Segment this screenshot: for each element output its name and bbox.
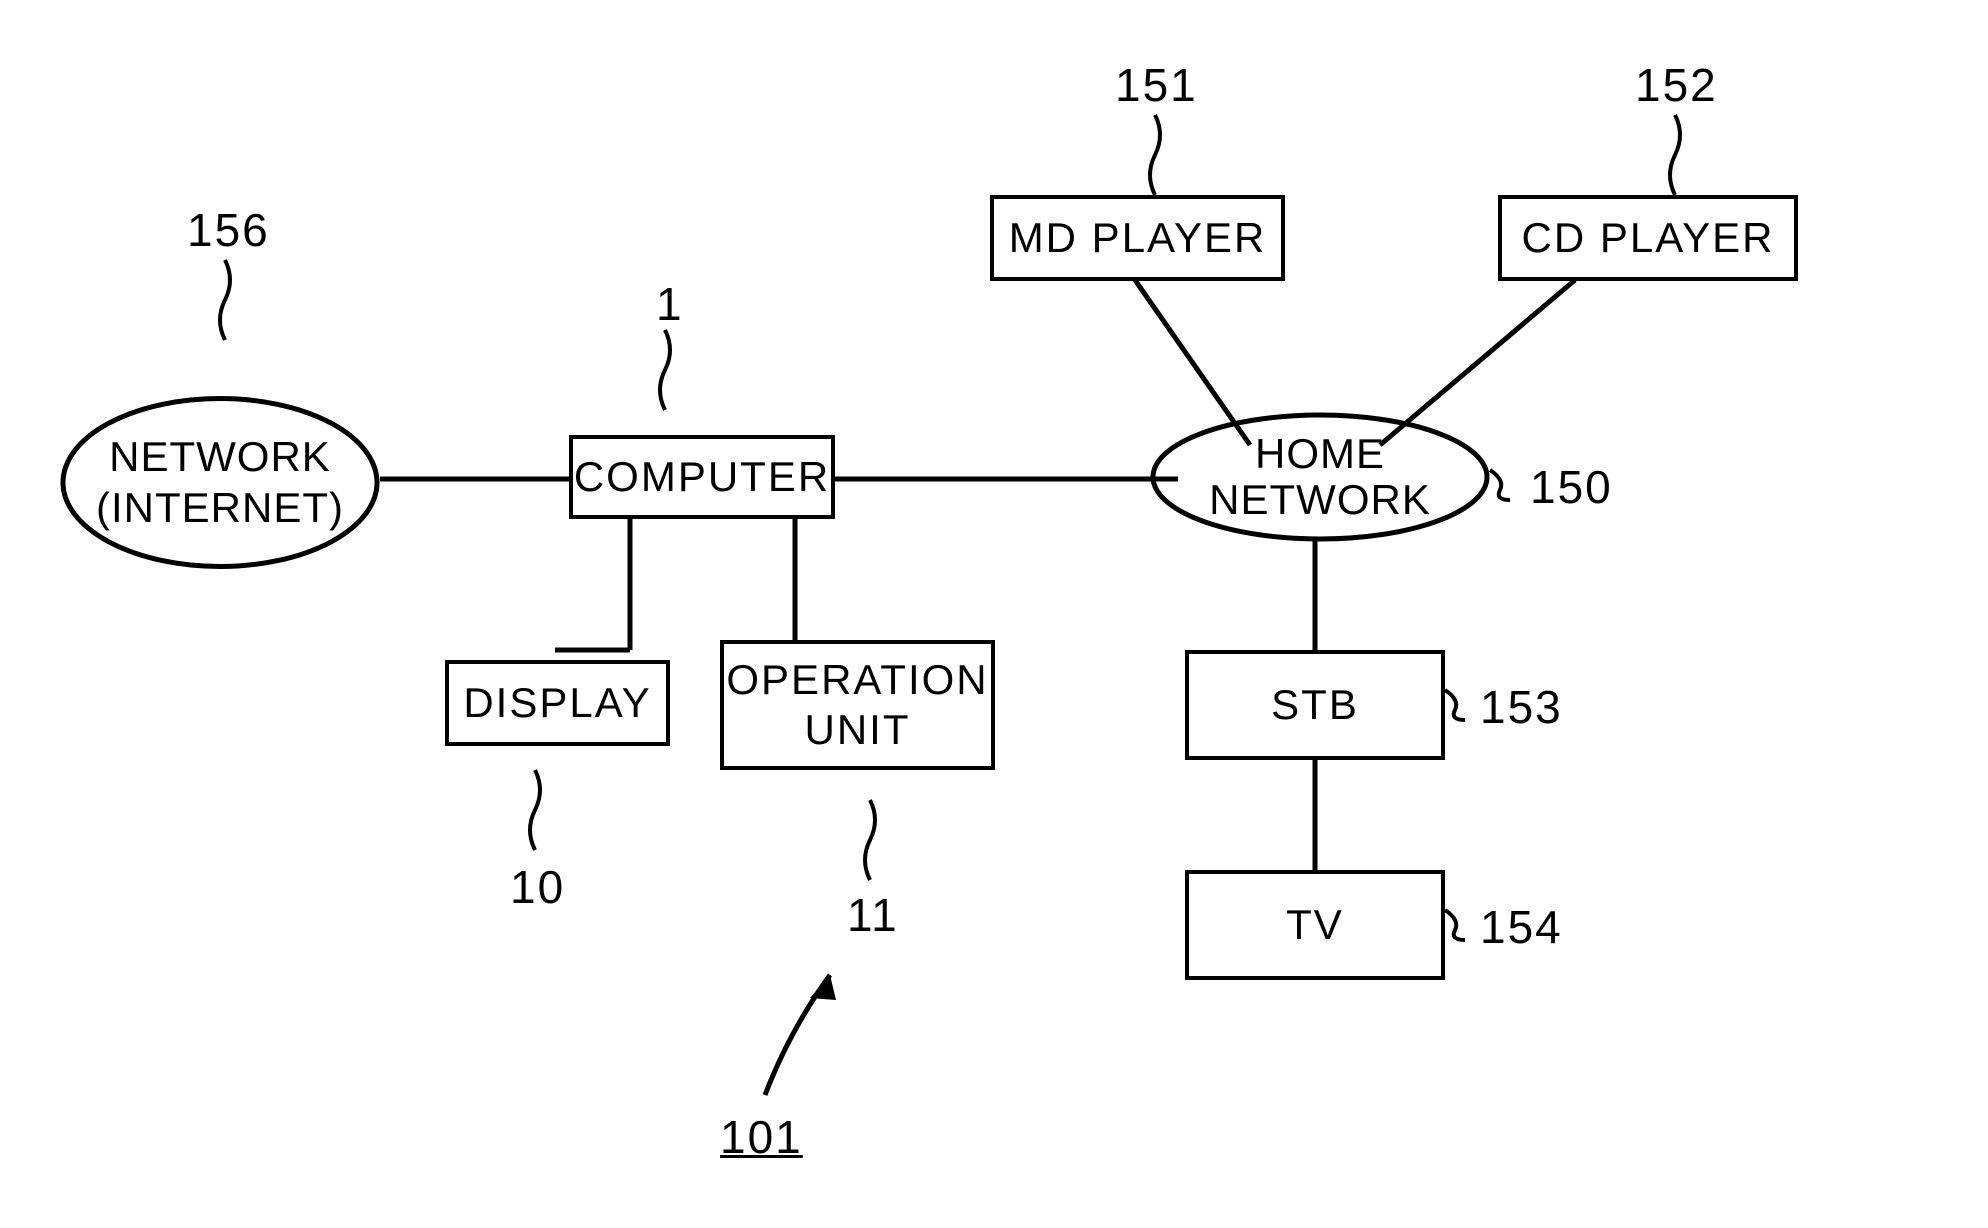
network-internet-label: NETWORK (INTERNET) <box>96 432 344 533</box>
operation-unit-node: OPERATION UNIT <box>720 640 995 770</box>
tv-label: TV <box>1286 901 1344 949</box>
ref-101: 101 <box>720 1110 803 1164</box>
ref-1: 1 <box>656 277 684 331</box>
cd-player-node: CD PLAYER <box>1498 195 1798 281</box>
home-network-node: HOME NETWORK <box>1150 412 1490 542</box>
connector-lines <box>0 0 1988 1228</box>
tv-node: TV <box>1185 870 1445 980</box>
home-network-label: HOME NETWORK <box>1209 431 1431 523</box>
display-label: DISPLAY <box>463 679 651 727</box>
operation-unit-label: OPERATION UNIT <box>726 655 988 756</box>
ref-153: 153 <box>1480 680 1563 734</box>
stb-node: STB <box>1185 650 1445 760</box>
cd-player-label: CD PLAYER <box>1522 214 1775 262</box>
ref-10: 10 <box>510 860 565 914</box>
computer-label: COMPUTER <box>574 453 830 501</box>
md-player-label: MD PLAYER <box>1009 214 1267 262</box>
ref-154: 154 <box>1480 900 1563 954</box>
ref-152: 152 <box>1635 58 1718 112</box>
ref-151: 151 <box>1115 58 1198 112</box>
ref-150: 150 <box>1530 460 1613 514</box>
network-internet-node: NETWORK (INTERNET) <box>60 395 380 570</box>
ref-156: 156 <box>187 203 270 257</box>
md-player-node: MD PLAYER <box>990 195 1285 281</box>
display-node: DISPLAY <box>445 660 670 746</box>
stb-label: STB <box>1271 681 1359 729</box>
ref-11: 11 <box>847 888 899 942</box>
computer-node: COMPUTER <box>569 435 835 519</box>
